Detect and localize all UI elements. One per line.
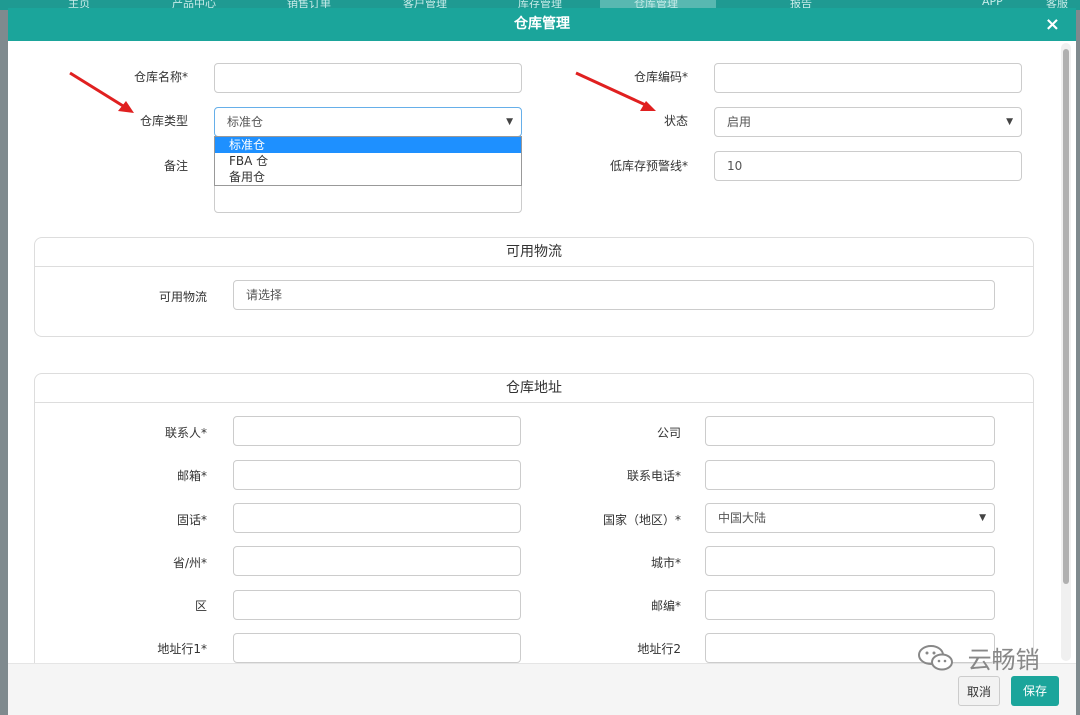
warehouse-type-value: 标准仓 — [227, 115, 264, 129]
landline-input[interactable] — [233, 503, 521, 533]
wechat-icon — [918, 644, 953, 670]
warehouse-modal: 仓库管理 × 仓库名称* 仓库编码* 仓库类型 标准仓 ▼ 标准仓 FBA 仓 … — [8, 8, 1076, 715]
city-label: 城市* — [650, 556, 681, 570]
country-value: 中国大陆 — [718, 511, 767, 525]
phone-label: 联系电话* — [626, 469, 681, 483]
zip-label: 邮编* — [650, 599, 681, 613]
dropdown-option-backup[interactable]: 备用仓 — [215, 169, 521, 185]
low-stock-label: 低库存预警线* — [609, 159, 688, 173]
nav-item-app[interactable]: APP — [982, 0, 1003, 8]
country-select[interactable]: 中国大陆 ▼ — [705, 503, 995, 533]
red-arrow-icon — [69, 71, 134, 113]
close-icon[interactable]: × — [1045, 8, 1060, 41]
contact-input[interactable] — [233, 416, 521, 446]
modal-body: 仓库名称* 仓库编码* 仓库类型 标准仓 ▼ 标准仓 FBA 仓 备用仓 状态 … — [8, 41, 1076, 663]
modal-title: 仓库管理 — [514, 16, 570, 32]
watermark-text: 云畅销 — [967, 646, 1040, 674]
watermark: 云畅销 — [916, 640, 1040, 675]
company-label: 公司 — [656, 426, 681, 440]
address-section-title: 仓库地址 — [35, 374, 1033, 403]
province-label: 省/州* — [172, 556, 207, 570]
warehouse-type-select[interactable]: 标准仓 ▼ — [214, 107, 522, 137]
scrollbar-thumb[interactable] — [1063, 49, 1069, 584]
email-input[interactable] — [233, 460, 521, 490]
warehouse-name-input[interactable] — [214, 63, 522, 93]
cancel-button[interactable]: 取消 — [958, 676, 1000, 706]
company-input[interactable] — [705, 416, 995, 446]
warehouse-type-dropdown: 标准仓 FBA 仓 备用仓 — [214, 136, 522, 186]
low-stock-input[interactable]: 10 — [714, 151, 1022, 181]
dropdown-option-fba[interactable]: FBA 仓 — [215, 153, 521, 169]
phone-input[interactable] — [705, 460, 995, 490]
logistics-section-title: 可用物流 — [35, 238, 1033, 267]
address-section: 仓库地址 联系人* 公司 邮箱* 联系电话* 固话* 国家（地区）* 中国大陆 … — [34, 373, 1034, 663]
red-arrow-icon — [575, 71, 656, 111]
landline-label: 固话* — [176, 513, 207, 527]
address-line1-input[interactable] — [233, 633, 521, 663]
address-line2-label: 地址行2 — [637, 642, 681, 656]
note-label: 备注 — [163, 159, 188, 173]
dropdown-option-standard[interactable]: 标准仓 — [215, 137, 521, 153]
zip-input[interactable] — [705, 590, 995, 620]
email-label: 邮箱* — [176, 469, 207, 483]
logistics-label: 可用物流 — [158, 290, 207, 304]
logistics-select[interactable]: 请选择 — [233, 280, 995, 310]
district-label: 区 — [194, 599, 207, 613]
chevron-down-icon: ▼ — [506, 117, 513, 127]
address-line1-label: 地址行1* — [157, 642, 207, 656]
city-input[interactable] — [705, 546, 995, 576]
country-label: 国家（地区）* — [602, 513, 681, 527]
district-input[interactable] — [233, 590, 521, 620]
warehouse-code-input[interactable] — [714, 63, 1022, 93]
chevron-down-icon: ▼ — [1006, 117, 1013, 127]
logistics-section: 可用物流 可用物流 请选择 — [34, 237, 1034, 337]
province-input[interactable] — [233, 546, 521, 576]
save-button[interactable]: 保存 — [1011, 676, 1059, 706]
chevron-down-icon: ▼ — [979, 513, 986, 523]
contact-label: 联系人* — [164, 426, 207, 440]
status-value: 启用 — [727, 115, 752, 129]
modal-header: 仓库管理 × — [8, 8, 1076, 41]
status-select[interactable]: 启用 ▼ — [714, 107, 1022, 137]
